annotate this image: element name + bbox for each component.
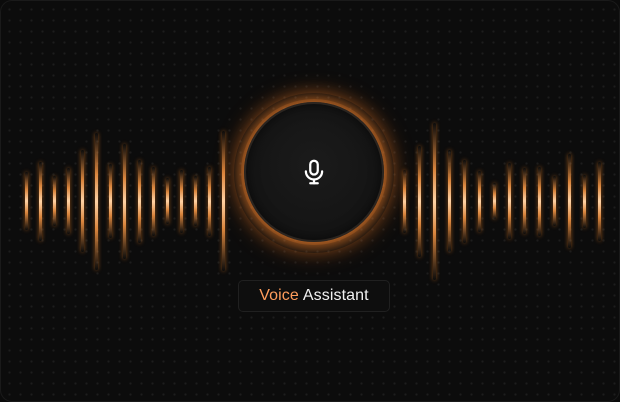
waveform-bar [123, 143, 127, 259]
waveform-bar [478, 170, 481, 232]
waveform-bar [39, 161, 43, 241]
waveform-bar [583, 174, 586, 228]
waveform-bar [53, 176, 57, 226]
waveform-bar [598, 161, 601, 241]
waveform-bar [553, 176, 556, 226]
waveform-bar [493, 183, 496, 219]
waveform-bar [109, 164, 113, 238]
microphone-icon [304, 159, 324, 185]
waveform-bar [418, 145, 421, 257]
waveform-bar [403, 169, 406, 233]
waveform-right [403, 1, 601, 401]
label-accent-text: Voice [259, 287, 299, 304]
microphone-button[interactable] [244, 102, 384, 242]
waveform-bar [433, 122, 436, 280]
waveform-bar [25, 172, 28, 230]
waveform-bar [538, 166, 541, 236]
waveform-bar [221, 131, 225, 271]
voice-assistant-card: Voice Assistant [0, 0, 620, 402]
voice-assistant-label: Voice Assistant [238, 280, 390, 312]
label-rest-text: Assistant [302, 287, 369, 304]
waveform-bar [523, 168, 526, 234]
waveform-bar [508, 163, 511, 239]
waveform-bar [137, 159, 141, 243]
waveform-bar [165, 178, 169, 224]
waveform-bar [95, 132, 99, 270]
waveform-left [25, 1, 225, 401]
waveform-bar [207, 166, 211, 236]
waveform-bar [448, 150, 451, 252]
waveform-bar [81, 150, 85, 252]
waveform-bar [179, 169, 183, 233]
waveform-bar [67, 168, 71, 234]
waveform-bar [463, 159, 466, 243]
waveform-bar [151, 166, 155, 236]
waveform-bar [568, 154, 571, 248]
waveform-bar [193, 176, 197, 226]
